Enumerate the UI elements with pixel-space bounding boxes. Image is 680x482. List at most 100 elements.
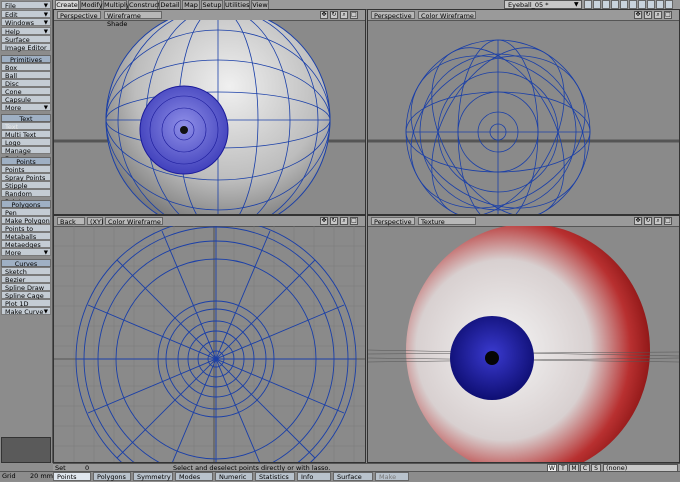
pen-button[interactable]: Pen [1,208,51,217]
group-header-primitives: Primitives [1,55,51,64]
help-menu[interactable]: Help ▼ [1,27,51,36]
layer-button[interactable] [665,0,673,9]
primitives-more-menu[interactable]: More ▼ [1,103,51,112]
layer-button[interactable] [584,0,592,9]
capsule-button[interactable]: Capsule [1,95,51,104]
view-type-dropdown[interactable]: Perspective [371,11,415,20]
viewport-canvas [368,39,679,214]
points-button[interactable]: Points [1,165,51,174]
rotate-icon[interactable]: ↻ [330,217,338,225]
metaedges-button[interactable]: Metaedges [1,240,51,249]
plot-1d-button[interactable]: Plot 1D [1,299,51,308]
move-icon[interactable]: ✥ [320,217,328,225]
menu-label: File [5,2,16,10]
tab-multiply[interactable]: Multiply [103,0,130,9]
disc-button[interactable]: Disc [1,79,51,88]
sketch-button[interactable]: Sketch [1,267,51,276]
wire-lines [405,39,591,214]
metaballs-button[interactable]: Metaballs [1,232,51,241]
surface-editor-button[interactable]: Surface Editor [1,35,51,52]
rotate-icon[interactable]: ↻ [330,11,338,19]
layer-button[interactable] [638,0,646,9]
spline-draw-button[interactable]: Spline Draw [1,283,51,292]
left-toolbar: File ▼ Edit▼ Windows ▼ Help▼ Surface Edito… [0,0,53,463]
object-selector[interactable]: Eyeball_05 * [504,0,582,9]
file-menu[interactable]: File ▼ [1,1,51,10]
rotate-icon[interactable]: ↻ [644,11,652,19]
chevron-down-icon: ▼ [43,250,48,256]
view-type-dropdown[interactable]: Back [57,217,85,226]
ball-button[interactable]: Ball [1,71,51,80]
move-icon[interactable]: ✥ [634,11,642,19]
random-points-button[interactable]: Random Points [1,189,51,206]
group-header-polygons: Polygons [1,200,51,209]
move-icon[interactable]: ✥ [320,11,328,19]
view-type-dropdown[interactable]: Perspective [57,11,101,20]
tab-construct[interactable]: Construct [128,0,160,9]
points-to-polys-button[interactable]: Points to Polys [1,224,51,241]
menu-label: More [5,104,22,112]
rotate-icon[interactable]: ↻ [644,217,652,225]
chevron-down-icon: ▼ [43,105,48,111]
layer-button[interactable] [593,0,601,9]
layer-button[interactable] [620,0,628,9]
viewport-top-left[interactable]: Perspective Wireframe Shade ✥ ↻ ⌕ □ [53,9,366,215]
maximize-icon[interactable]: □ [664,11,672,19]
cone-button[interactable]: Cone [1,87,51,96]
viewport-canvas [54,226,365,462]
maximize-icon[interactable]: □ [350,11,358,19]
tab-detail[interactable]: Detail [159,0,181,9]
zoom-icon[interactable]: ⌕ [654,217,662,225]
pupil [180,126,188,134]
preview-thumbnail [1,437,51,463]
zoom-icon[interactable]: ⌕ [654,11,662,19]
polygons-more-menu[interactable]: More ▼ [1,248,51,257]
chevron-down-icon: ▼ [43,3,48,9]
viewport-bottom-left[interactable]: Back (XY) Color Wireframe ✥ ↻ ⌕ □ [53,215,366,463]
windows-menu[interactable]: Windows ▼ [1,18,51,27]
render-mode-dropdown[interactable]: Color Wireframe [418,11,476,20]
tab-map[interactable]: Map [182,0,200,9]
spray-points-button[interactable]: Spray Points [1,173,51,182]
make-polygon-button[interactable]: Make Polygon [1,216,51,225]
tab-setup[interactable]: Setup [201,0,223,9]
group-header-points: Points [1,157,51,166]
spline-cage-button[interactable]: Spline Cage [1,291,51,300]
stipple-button[interactable]: Stipple [1,181,51,190]
view-axis-label: (XY) [87,217,104,226]
tab-create[interactable]: Create [55,0,79,9]
view-type-dropdown[interactable]: Perspective [371,217,415,226]
render-mode-dropdown[interactable]: Color Wireframe [105,217,163,226]
logo-button[interactable]: Logo [1,138,51,147]
group-header-text: Text [1,114,51,123]
layer-button[interactable] [611,0,619,9]
menu-label: Windows [5,19,35,27]
chevron-down-icon: ▼ [574,1,579,8]
text-button[interactable]: Text [1,122,51,131]
layer-button[interactable] [602,0,610,9]
edit-menu[interactable]: Edit ▼ [1,10,51,19]
manage-fonts-button[interactable]: Manage Fonts [1,146,51,163]
zoom-icon[interactable]: ⌕ [340,217,348,225]
layer-button[interactable] [629,0,637,9]
tab-view[interactable]: View [251,0,269,9]
viewport-bottom-right[interactable]: Perspective Texture ✥ ↻ ⌕ □ [367,215,680,463]
viewport-canvas [54,20,365,214]
bezier-button[interactable]: Bezier [1,275,51,284]
maximize-icon[interactable]: □ [350,217,358,225]
tab-utilities[interactable]: Utilities [224,0,250,9]
layer-button[interactable] [656,0,664,9]
move-icon[interactable]: ✥ [634,217,642,225]
make-curve-menu[interactable]: Make Curve ▼ [1,307,51,316]
chevron-down-icon: ▼ [43,20,48,26]
box-button[interactable]: Box [1,63,51,72]
render-mode-dropdown[interactable]: Texture [418,217,476,226]
layer-button[interactable] [647,0,655,9]
zoom-icon[interactable]: ⌕ [340,11,348,19]
viewport-top-right[interactable]: Perspective Color Wireframe ✥ ↻ ⌕ □ [367,9,680,215]
multi-text-button[interactable]: Multi Text [1,130,51,139]
image-editor-button[interactable]: Image Editor [1,43,51,52]
tab-modify[interactable]: Modify [80,0,103,9]
maximize-icon[interactable]: □ [664,217,672,225]
render-mode-dropdown[interactable]: Wireframe Shade [104,11,162,28]
